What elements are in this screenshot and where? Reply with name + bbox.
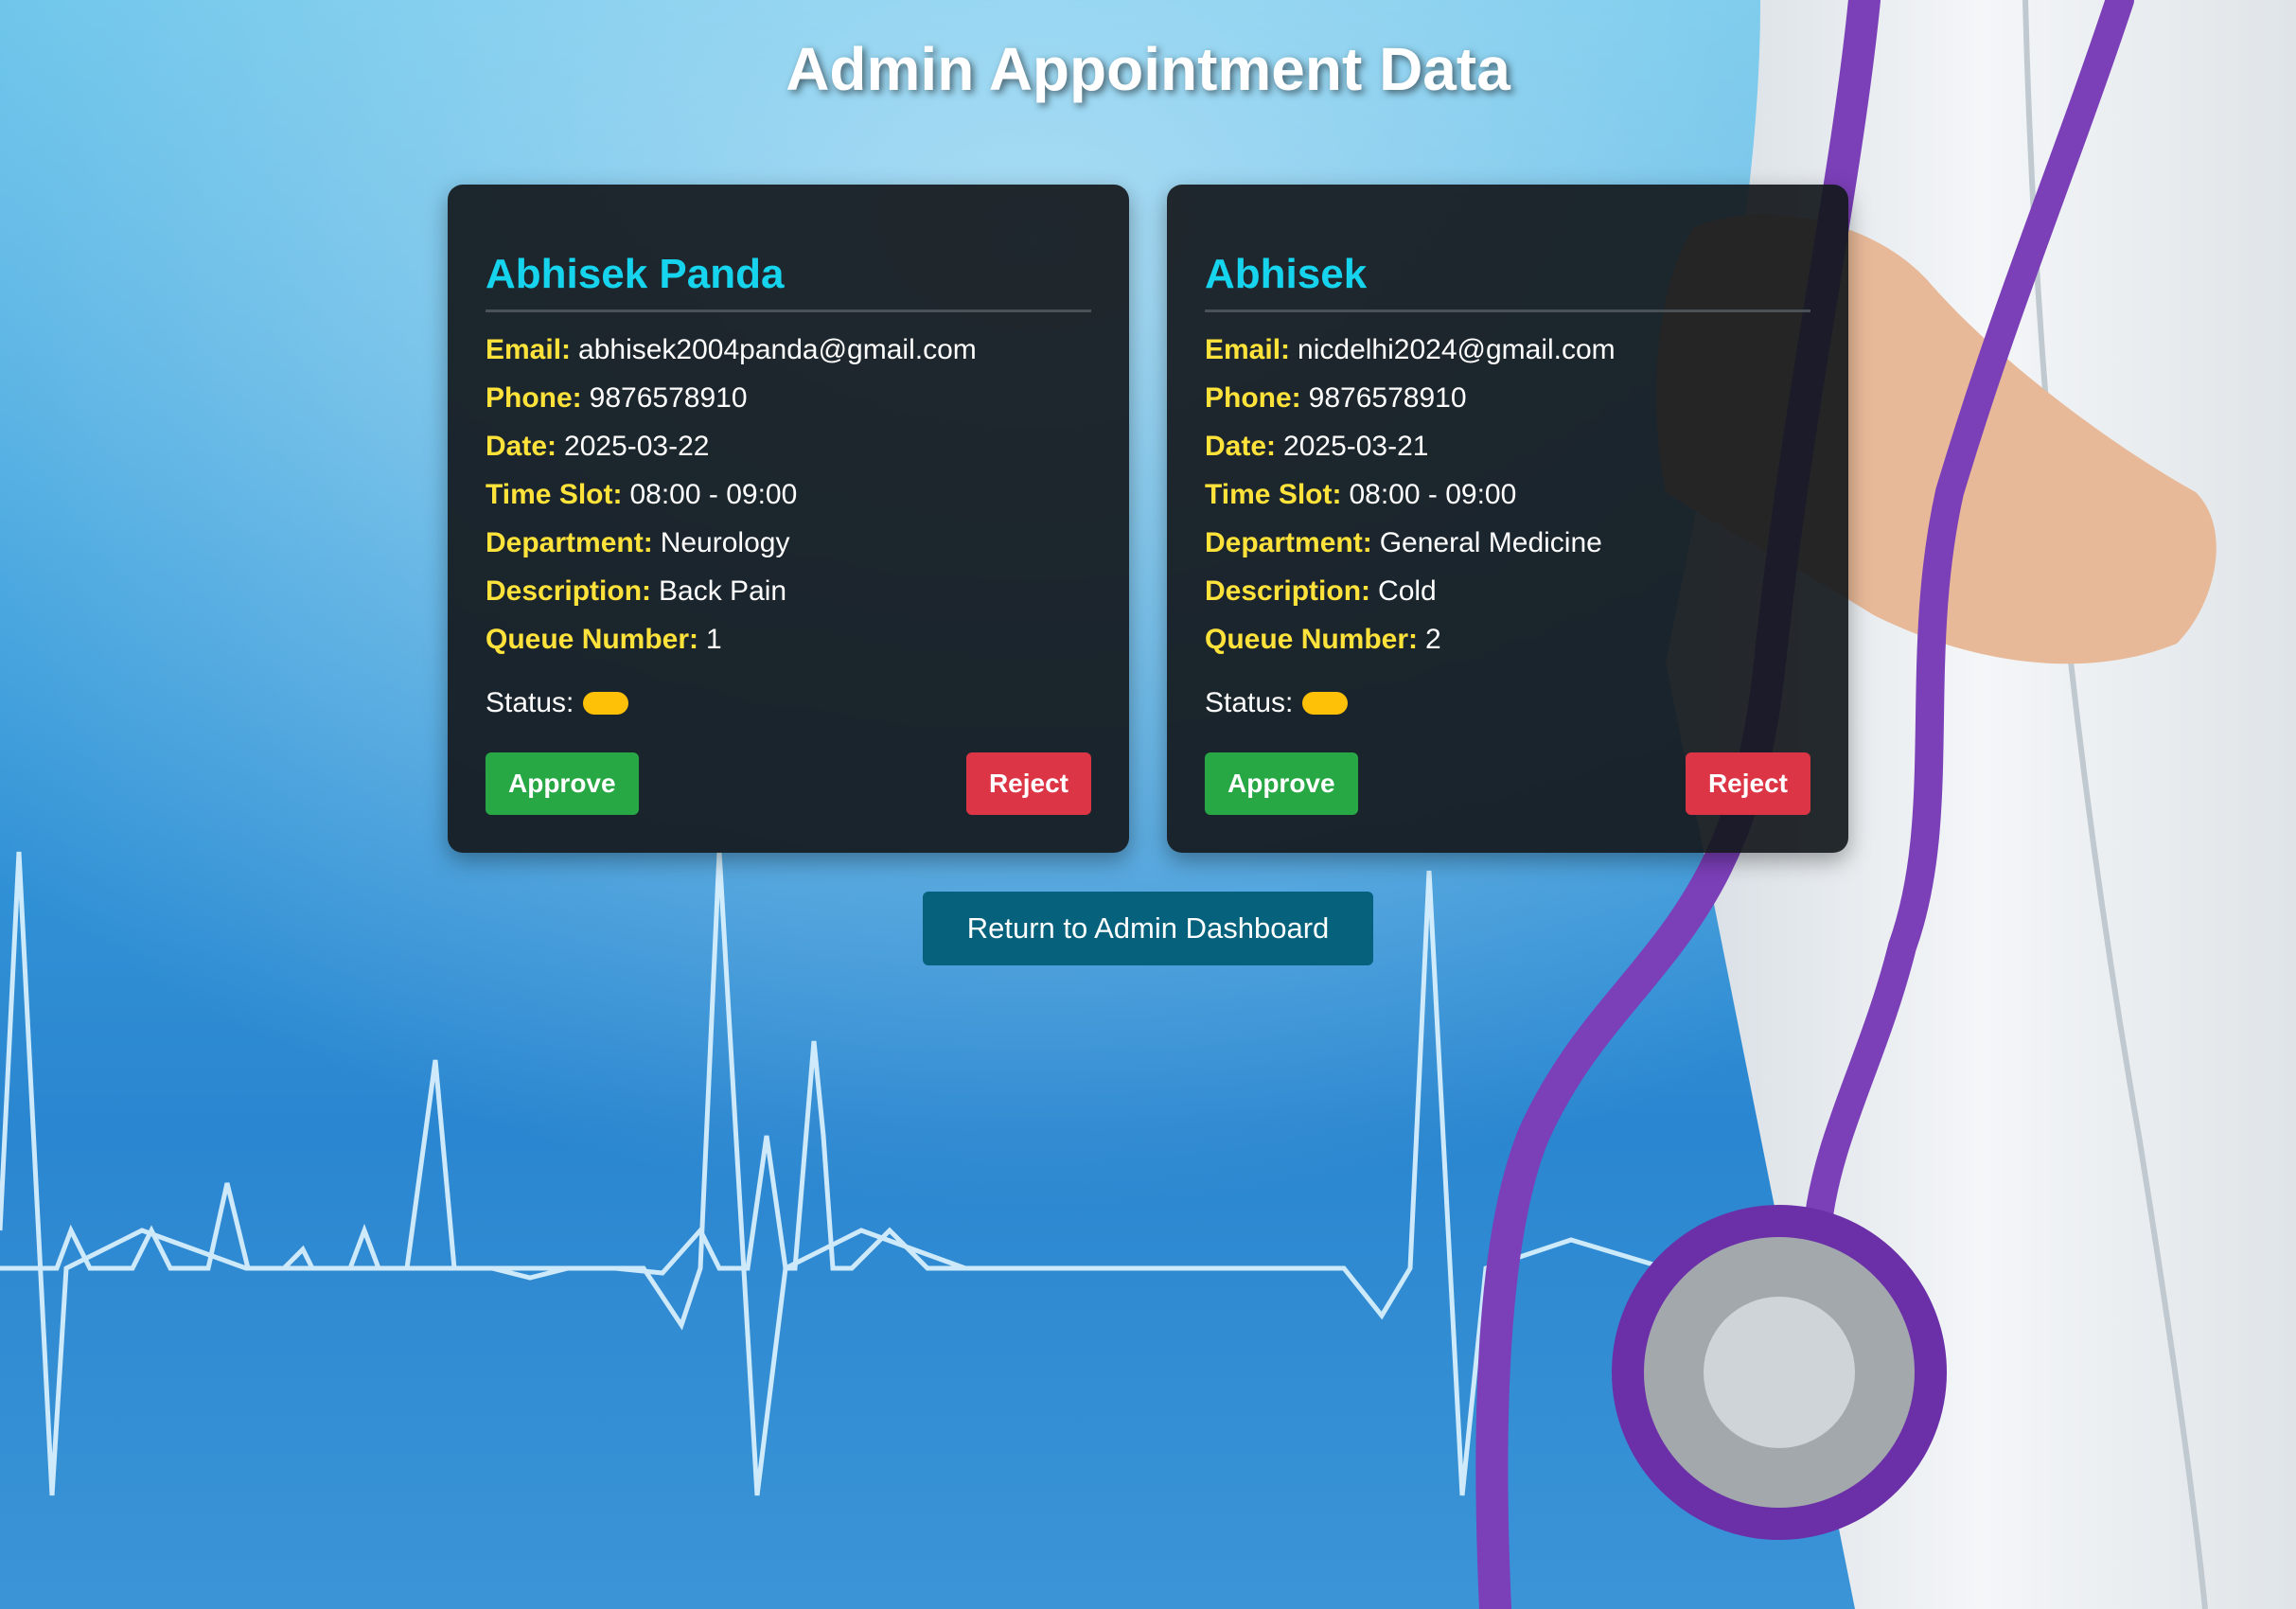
email-label: Email:	[1205, 334, 1291, 365]
department-label: Department:	[1205, 527, 1372, 558]
phone-label: Phone:	[1205, 382, 1301, 414]
description-field: Description: Cold	[1205, 567, 1810, 615]
email-label: Email:	[486, 334, 572, 365]
time-slot-label: Time Slot:	[1205, 479, 1342, 510]
time-slot-value: 08:00 - 09:00	[629, 479, 798, 510]
time-slot-field: Time Slot: 08:00 - 09:00	[486, 470, 1091, 519]
date-label: Date:	[486, 431, 557, 462]
phone-value: 9876578910	[1308, 382, 1467, 414]
date-field: Date: 2025-03-22	[486, 422, 1091, 470]
description-label: Description:	[1205, 575, 1371, 607]
email-field: Email: abhisek2004panda@gmail.com	[486, 326, 1091, 374]
reject-button[interactable]: Reject	[1685, 752, 1810, 815]
reject-button[interactable]: Reject	[965, 752, 1091, 815]
card-actions: Approve Reject	[1205, 752, 1810, 815]
description-label: Description:	[486, 575, 652, 607]
time-slot-field: Time Slot: 08:00 - 09:00	[1205, 470, 1810, 519]
approve-button[interactable]: Approve	[486, 752, 639, 815]
description-field: Description: Back Pain	[486, 567, 1091, 615]
queue-number-label: Queue Number:	[1205, 624, 1419, 655]
queue-number-label: Queue Number:	[486, 624, 699, 655]
email-value: nicdelhi2024@gmail.com	[1298, 334, 1616, 365]
time-slot-label: Time Slot:	[486, 479, 623, 510]
patient-name: Abhisek	[1205, 251, 1810, 312]
status-row: Status:	[1205, 679, 1810, 727]
email-field: Email: nicdelhi2024@gmail.com	[1205, 326, 1810, 374]
page-title: Admin Appointment Data	[786, 35, 1510, 103]
date-value: 2025-03-22	[564, 431, 710, 462]
approve-button[interactable]: Approve	[1205, 752, 1358, 815]
queue-number-value: 1	[706, 624, 722, 655]
description-value: Back Pain	[659, 575, 787, 607]
date-value: 2025-03-21	[1283, 431, 1429, 462]
phone-value: 9876578910	[589, 382, 748, 414]
queue-number-value: 2	[1425, 624, 1441, 655]
department-field: Department: Neurology	[486, 519, 1091, 567]
department-value: Neurology	[660, 527, 790, 558]
description-value: Cold	[1378, 575, 1437, 607]
phone-field: Phone: 9876578910	[486, 374, 1091, 422]
status-badge	[583, 691, 629, 715]
patient-name: Abhisek Panda	[486, 251, 1091, 312]
status-label: Status:	[1205, 687, 1294, 718]
time-slot-value: 08:00 - 09:00	[1349, 479, 1517, 510]
status-badge	[1302, 691, 1349, 715]
appointment-card: Abhisek Email: nicdelhi2024@gmail.com Pho…	[1167, 185, 1848, 853]
department-value: General Medicine	[1379, 527, 1602, 558]
status-row: Status:	[486, 679, 1091, 727]
email-value: abhisek2004panda@gmail.com	[578, 334, 977, 365]
queue-number-field: Queue Number: 1	[486, 615, 1091, 663]
return-to-dashboard-button[interactable]: Return to Admin Dashboard	[923, 892, 1373, 965]
phone-label: Phone:	[486, 382, 582, 414]
department-field: Department: General Medicine	[1205, 519, 1810, 567]
date-label: Date:	[1205, 431, 1277, 462]
date-field: Date: 2025-03-21	[1205, 422, 1810, 470]
card-actions: Approve Reject	[486, 752, 1091, 815]
appointment-card: Abhisek Panda Email: abhisek2004panda@gma…	[448, 185, 1129, 853]
queue-number-field: Queue Number: 2	[1205, 615, 1810, 663]
department-label: Department:	[486, 527, 653, 558]
phone-field: Phone: 9876578910	[1205, 374, 1810, 422]
status-label: Status:	[486, 687, 574, 718]
